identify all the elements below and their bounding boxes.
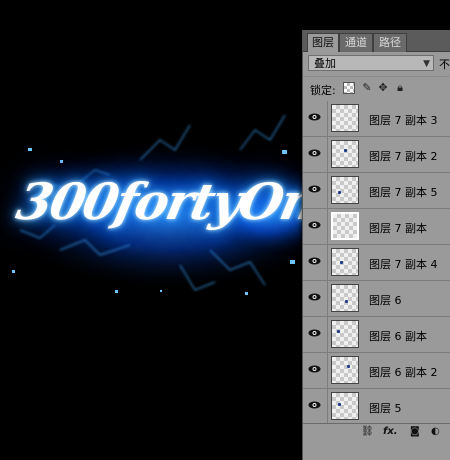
visibility-toggle[interactable] — [303, 353, 328, 388]
lock-label: 锁定: — [310, 84, 336, 97]
eye-icon — [308, 113, 321, 121]
mask-icon[interactable]: ◙ — [410, 426, 420, 438]
layer-name: 图层 6 副本 2 — [369, 366, 438, 379]
link-icon[interactable]: ⛓ — [361, 426, 374, 438]
layer-row[interactable]: 图层 6 — [303, 281, 450, 317]
layer-name: 图层 6 — [369, 294, 402, 307]
visibility-toggle[interactable] — [303, 101, 328, 136]
lock-paint-icon[interactable]: ✎ — [361, 82, 373, 94]
layer-name: 图层 7 副本 2 — [369, 150, 438, 163]
eye-icon — [308, 185, 321, 193]
layer-thumbnail — [331, 320, 359, 348]
lock-move-icon[interactable]: ✥ — [377, 82, 389, 94]
eye-icon — [308, 329, 321, 337]
eye-icon — [308, 365, 321, 373]
fx-icon[interactable]: fx. — [383, 426, 398, 438]
artwork-lettering: 300fortyOne — [11, 172, 352, 231]
tab-paths[interactable]: 路径 — [373, 33, 407, 52]
visibility-toggle[interactable] — [303, 245, 328, 280]
lock-transparent-icon[interactable] — [343, 82, 355, 94]
layer-name: 图层 7 副本 5 — [369, 186, 438, 199]
panel-bottom-bar: ⛓ fx. ◙ ◐ — [303, 423, 450, 440]
lock-all-icon[interactable]: 🔒︎ — [394, 82, 406, 94]
visibility-toggle[interactable] — [303, 209, 328, 244]
visibility-toggle[interactable] — [303, 137, 328, 172]
visibility-toggle[interactable] — [303, 389, 328, 424]
visibility-toggle[interactable] — [303, 317, 328, 352]
layer-thumbnail — [331, 176, 359, 204]
tab-channels[interactable]: 通道 — [339, 33, 373, 52]
blend-mode-value: 叠加 — [314, 57, 336, 70]
chevron-down-icon: ▼ — [423, 59, 430, 69]
eye-icon — [308, 257, 321, 265]
eye-icon — [308, 149, 321, 157]
layer-row[interactable]: 图层 7 副本 2 — [303, 137, 450, 173]
eye-icon — [308, 401, 321, 409]
adjustment-icon[interactable]: ◐ — [431, 426, 440, 438]
layer-row[interactable]: 图层 7 副本 — [303, 209, 450, 245]
layer-thumbnail — [331, 392, 359, 420]
layer-row[interactable]: 图层 6 副本 — [303, 317, 450, 353]
layer-name: 图层 7 副本 4 — [369, 258, 438, 271]
layer-row[interactable]: 图层 7 副本 3 — [303, 101, 450, 137]
blend-mode-select[interactable]: 叠加 ▼ — [308, 55, 434, 71]
layer-name: 图层 7 副本 3 — [369, 114, 438, 127]
tab-layers[interactable]: 图层 — [307, 33, 339, 52]
layer-thumbnail — [331, 140, 359, 168]
layer-name: 图层 6 副本 — [369, 330, 427, 343]
blend-mode-row: 叠加 ▼ 不 — [303, 52, 450, 76]
layer-thumbnail — [331, 104, 359, 132]
layer-thumbnail — [331, 356, 359, 384]
panel-tabbar: 图层 通道 路径 — [303, 30, 450, 52]
layer-thumbnail — [331, 284, 359, 312]
layer-row[interactable]: 图层 7 副本 5 — [303, 173, 450, 209]
layers-panel: 图层 通道 路径 叠加 ▼ 不 锁定: ✎ ✥ 🔒︎ 图层 7 副本 3 图层 … — [302, 30, 450, 460]
layer-thumbnail — [331, 248, 359, 276]
layers-list: 图层 7 副本 3 图层 7 副本 2 图层 7 副本 5 图层 7 副本 图层… — [303, 101, 450, 425]
visibility-toggle[interactable] — [303, 281, 328, 316]
layer-row[interactable]: 图层 6 副本 2 — [303, 353, 450, 389]
layer-row[interactable]: 图层 7 副本 4 — [303, 245, 450, 281]
lock-row: 锁定: ✎ ✥ 🔒︎ — [303, 76, 450, 102]
layer-row[interactable]: 图层 5 — [303, 389, 450, 425]
layer-name: 图层 7 副本 — [369, 222, 427, 235]
eye-icon — [308, 293, 321, 301]
opacity-label[interactable]: 不 — [439, 56, 450, 72]
eye-icon — [308, 221, 321, 229]
layer-name: 图层 5 — [369, 402, 402, 415]
visibility-toggle[interactable] — [303, 173, 328, 208]
layer-thumbnail — [331, 212, 359, 240]
